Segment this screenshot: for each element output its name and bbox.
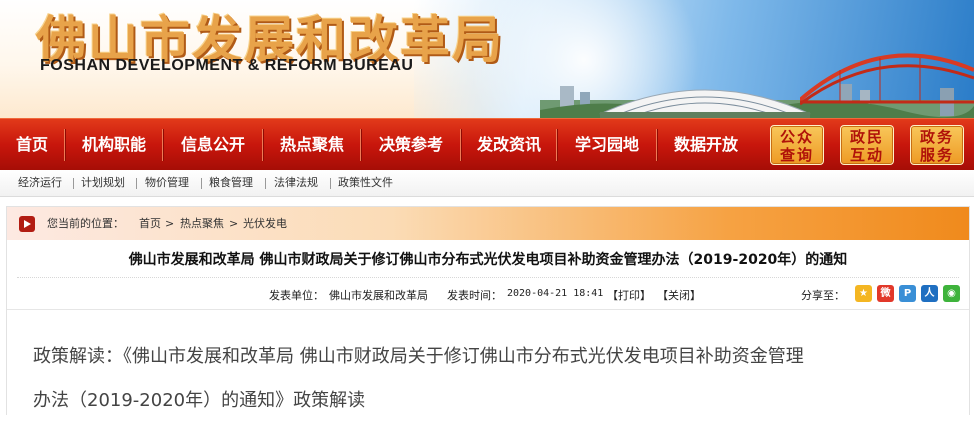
interaction-button[interactable]: 政民 互动 [840,125,894,165]
wechat-icon[interactable]: ◉ [943,285,960,302]
subnav-divider [73,178,74,189]
pengyou-icon[interactable]: P [899,285,916,302]
meta-divider [7,309,969,310]
article-body: 政策解读：《佛山市发展和改革局 佛山市财政局关于修订佛山市分布式光伏发电项目补助… [33,335,953,423]
subnav-item-laws[interactable]: 法律法规 [274,170,318,196]
subnav-item-prices[interactable]: 物价管理 [145,170,189,196]
article-body-line: 办法（2019-2020年）的通知》政策解读 [33,390,366,411]
breadcrumb-home[interactable]: 首页 [139,207,161,240]
gov-services-button[interactable]: 政务 服务 [910,125,964,165]
service-label: 政民 [849,128,884,146]
close-link[interactable]: 【关闭】 [657,287,701,303]
nav-item-hot-topics[interactable]: 热点聚焦 [264,119,360,171]
site-logo-english: FOSHAN DEVELOPMENT & REFORM BUREAU [40,57,414,74]
print-link[interactable]: 【打印】 [607,287,651,303]
share-label: 分享至： [801,289,845,302]
renren-icon[interactable]: 人 [921,285,938,302]
service-label: 政务 [919,128,954,146]
service-label: 公众 [779,128,814,146]
service-label: 互动 [849,146,884,164]
content-panel: 您当前的位置： 首页 > 热点聚焦 > 光伏发电 佛山市发展和改革局 佛山市财政… [6,206,970,415]
subnav-item-grain[interactable]: 粮食管理 [209,170,253,196]
breadcrumb-separator: > [165,217,175,230]
sub-nav: 经济运行 计划规划 物价管理 粮食管理 法律法规 政策性文件 [0,170,974,197]
publisher-label: 发表单位： [269,289,324,302]
nav-item-news[interactable]: 发改资讯 [462,119,556,171]
article-body-line: 政策解读：《佛山市发展和改革局 佛山市财政局关于修订佛山市分布式光伏发电项目补助… [33,346,804,367]
breadcrumb-separator: > [229,217,239,230]
weibo-icon[interactable]: 微 [877,285,894,302]
subnav-item-policy-docs[interactable]: 政策性文件 [338,170,393,196]
publish-time-value: 2020-04-21 18:41 [507,288,604,299]
header-banner: 佛山市发展和改革局 FOSHAN DEVELOPMENT & REFORM BU… [0,0,974,118]
breadcrumb-prefix: 您当前的位置： [47,217,124,230]
nav-item-open-data[interactable]: 数据开放 [658,119,754,171]
subnav-divider [265,178,266,189]
nav-item-disclosure[interactable]: 信息公开 [164,119,262,171]
title-divider [17,277,959,278]
qzone-icon[interactable]: ★ [855,285,872,302]
publish-time-label: 发表时间： [447,289,502,302]
public-query-button[interactable]: 公众 查询 [770,125,824,165]
main-nav: 首页 机构职能 信息公开 热点聚焦 决策参考 发改资讯 学习园地 数据开放 公众… [0,118,974,171]
subnav-divider [136,178,137,189]
play-arrow-icon [19,216,35,232]
bridge-image [800,53,974,106]
service-label: 服务 [919,146,954,164]
subnav-item-economy[interactable]: 经济运行 [18,170,62,196]
subnav-divider [330,178,331,189]
nav-item-decision-reference[interactable]: 决策参考 [362,119,460,171]
stadium-image [599,89,811,118]
breadcrumb-hot-topics[interactable]: 热点聚焦 [180,207,224,240]
article-title: 佛山市发展和改革局 佛山市财政局关于修订佛山市分布式光伏发电项目补助资金管理办法… [128,252,848,268]
service-label: 查询 [779,146,814,164]
publisher-value: 佛山市发展和改革局 [329,289,428,302]
breadcrumb: 您当前的位置： 首页 > 热点聚焦 > 光伏发电 [7,207,969,240]
nav-item-learning[interactable]: 学习园地 [558,119,656,171]
nav-item-functions[interactable]: 机构职能 [66,119,162,171]
nav-item-home[interactable]: 首页 [0,119,64,171]
breadcrumb-solar[interactable]: 光伏发电 [243,207,287,240]
subnav-item-planning[interactable]: 计划规划 [81,170,125,196]
subnav-divider [201,178,202,189]
